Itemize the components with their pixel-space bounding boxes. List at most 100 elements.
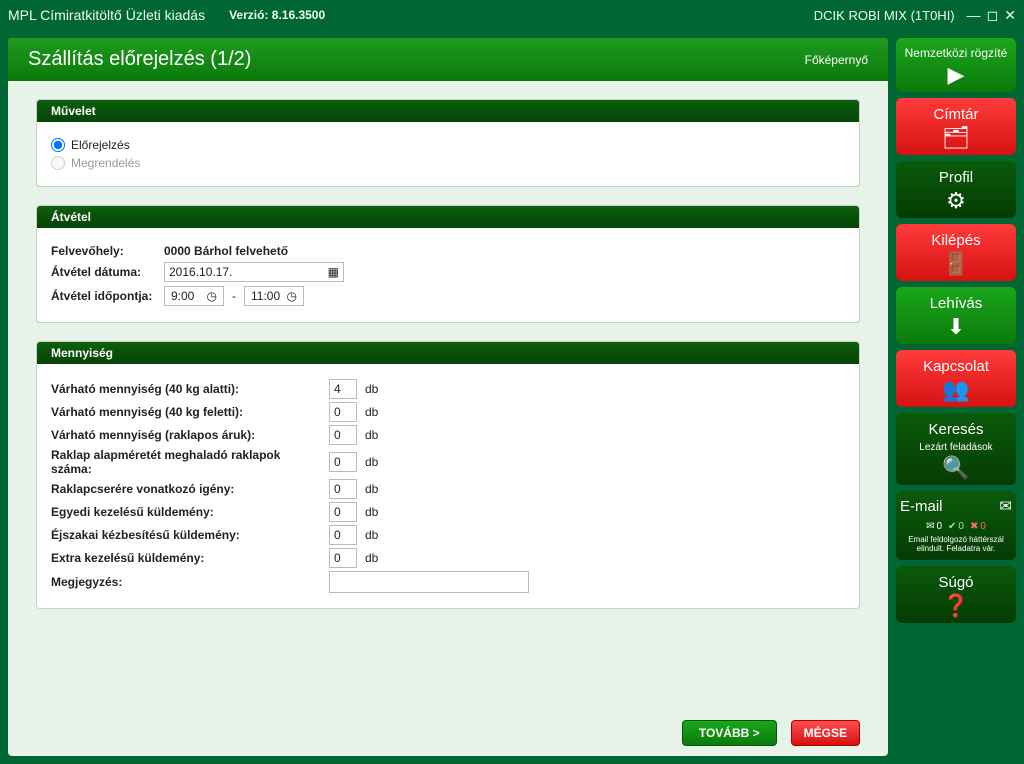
sidebar-label: Címtár <box>934 106 979 123</box>
qty-label: Várható mennyiség (raklapos áruk): <box>51 428 321 442</box>
time-separator: - <box>232 289 236 303</box>
pickup-label: Felvevőhely: <box>51 244 156 258</box>
check-icon: ✔ <box>948 521 956 532</box>
panel-header: Mennyiség <box>37 342 859 364</box>
app-title: MPL Címiratkitöltő Üzleti kiadás <box>8 7 205 23</box>
home-link[interactable]: Főképernyő <box>805 53 868 67</box>
note-row: Megjegyzés: <box>51 571 845 593</box>
play-icon: ▶ <box>948 64 965 86</box>
radio-input[interactable] <box>51 138 65 152</box>
sidebar-kilepes[interactable]: Kilépés 🚪 <box>896 224 1016 281</box>
exit-icon: 🚪 <box>942 253 969 275</box>
date-value: 2016.10.17. <box>169 265 232 279</box>
sidebar-profil[interactable]: Profil ⚙ <box>896 161 1016 218</box>
qty-row: Egyedi kezelésű küldemény:0db <box>51 502 845 522</box>
clock-icon: ◷ <box>207 289 217 303</box>
panel-mennyiseg: Mennyiség Várható mennyiség (40 kg alatt… <box>36 341 860 609</box>
qty-input[interactable]: 0 <box>329 479 357 499</box>
download-icon: ⬇ <box>947 316 965 338</box>
radio-megrendeles: Megrendelés <box>51 156 845 170</box>
qty-unit: db <box>365 428 389 442</box>
time-to-value: 11:00 <box>251 289 280 303</box>
mail-icon: ✉ <box>926 521 934 532</box>
panel-muvelet: Művelet Előrejelzés Megrendelés <box>36 99 860 187</box>
date-input[interactable]: 2016.10.17. ▦ <box>164 262 344 282</box>
content-header: Szállítás előrejelzés (1/2) Főképernyő <box>8 38 888 81</box>
qty-row: Várható mennyiség (40 kg alatti):4db <box>51 379 845 399</box>
sidebar-kereses[interactable]: Keresés Lezárt feladások 🔍 <box>896 413 1016 485</box>
contacts-icon: 👥 <box>942 379 969 401</box>
qty-row: Várható mennyiség (40 kg feletti): 0 db <box>51 402 845 422</box>
email-status: Email feldolgozó háttérszál elindult. Fe… <box>900 536 1012 554</box>
qty-input[interactable]: 0 <box>329 502 357 522</box>
radio-label: Megrendelés <box>71 156 140 170</box>
page-title: Szállítás előrejelzés (1/2) <box>28 48 251 71</box>
radio-elorejelzes[interactable]: Előrejelzés <box>51 138 845 152</box>
panel-header: Átvétel <box>37 206 859 228</box>
time-label: Átvétel időpontja: <box>51 289 156 303</box>
close-icon[interactable]: ✕ <box>1004 7 1016 24</box>
minimize-icon[interactable]: — <box>967 7 981 24</box>
time-from-input[interactable]: 9:00 ◷ <box>164 286 224 306</box>
sidebar-lehivas[interactable]: Lehívás ⬇ <box>896 287 1016 344</box>
qty-unit: db <box>365 405 389 419</box>
qty-input[interactable]: 4 <box>329 379 357 399</box>
panel-header: Művelet <box>37 100 859 122</box>
time-to-input[interactable]: 11:00 ◷ <box>244 286 304 306</box>
sidebar-kapcsolat[interactable]: Kapcsolat 👥 <box>896 350 1016 407</box>
sidebar-intl[interactable]: Nemzetközi rögzíté ▶ <box>896 38 1016 92</box>
qty-label: Várható mennyiség (40 kg feletti): <box>51 405 321 419</box>
qty-input[interactable]: 0 <box>329 548 357 568</box>
sidebar-cimtar[interactable]: Címtár 🗂 <box>896 98 1016 155</box>
note-input[interactable] <box>329 571 529 593</box>
qty-input[interactable]: 0 <box>329 425 357 445</box>
sidebar: Nemzetközi rögzíté ▶ Címtár 🗂 Profil ⚙ K… <box>896 38 1016 756</box>
qty-row: Extra kezelésű küldemény: 0 db <box>51 548 845 568</box>
sidebar-label: Súgó <box>938 574 973 591</box>
sidebar-label: Lehívás <box>930 295 983 312</box>
qty-unit: db <box>365 382 389 396</box>
search-icon: 🔍 <box>942 457 969 479</box>
sidebar-label: Kapcsolat <box>923 358 989 375</box>
qty-row: Raklapcserére vonatkozó igény:0db <box>51 479 845 499</box>
titlebar: MPL Címiratkitöltő Üzleti kiadás Verzió:… <box>0 0 1024 30</box>
next-button[interactable]: TOVÁBB > <box>682 720 777 746</box>
calendar-icon[interactable]: ▦ <box>328 265 339 279</box>
cancel-button[interactable]: MÉGSE <box>791 720 860 746</box>
sidebar-label: Profil <box>939 169 973 186</box>
content-panel: Szállítás előrejelzés (1/2) Főképernyő M… <box>8 38 888 756</box>
qty-label: Éjszakai kézbesítésű küldemény: <box>51 528 321 542</box>
sidebar-label: E-mail <box>900 498 943 515</box>
gear-icon: ⚙ <box>946 190 966 212</box>
addressbook-icon: 🗂 <box>942 127 970 149</box>
sidebar-sublabel: Lezárt feladások <box>919 442 992 453</box>
clock-icon: ◷ <box>287 289 297 303</box>
qty-input[interactable]: 0 <box>329 402 357 422</box>
date-label: Átvétel dátuma: <box>51 265 156 279</box>
help-icon: ❓ <box>942 595 969 617</box>
note-label: Megjegyzés: <box>51 575 321 589</box>
radio-input <box>51 156 65 170</box>
mail-icon: ✉ <box>999 497 1012 515</box>
qty-unit: db <box>365 482 389 496</box>
qty-input[interactable]: 0 <box>329 525 357 545</box>
version-label: Verzió: 8.16.3500 <box>229 8 325 22</box>
qty-row: Várható mennyiség (raklapos áruk): 0 db <box>51 425 845 445</box>
footer-buttons: TOVÁBB > MÉGSE <box>8 702 888 756</box>
qty-label: Extra kezelésű küldemény: <box>51 551 321 565</box>
qty-unit: db <box>365 551 389 565</box>
radio-label: Előrejelzés <box>71 138 130 152</box>
qty-row: Raklap alapméretét meghaladó raklapok sz… <box>51 448 845 476</box>
sidebar-label: Nemzetközi rögzíté <box>905 46 1008 60</box>
qty-row: Éjszakai kézbesítésű küldemény: 0 db <box>51 525 845 545</box>
panel-atvetel: Átvétel Felvevőhely: 0000 Bárhol felvehe… <box>36 205 860 323</box>
qty-label: Raklap alapméretét meghaladó raklapok sz… <box>51 448 321 476</box>
maximize-icon[interactable]: ◻ <box>987 7 999 24</box>
email-counts: ✉0 ✔0 ✖0 <box>926 521 986 532</box>
sidebar-email[interactable]: E-mail ✉ ✉0 ✔0 ✖0 Email feldolgozó hátté… <box>896 491 1016 560</box>
qty-input[interactable]: 0 <box>329 452 357 472</box>
qty-unit: db <box>365 528 389 542</box>
qty-unit: db <box>365 455 389 469</box>
x-icon: ✖ <box>970 521 978 532</box>
sidebar-sugo[interactable]: Súgó ❓ <box>896 566 1016 623</box>
